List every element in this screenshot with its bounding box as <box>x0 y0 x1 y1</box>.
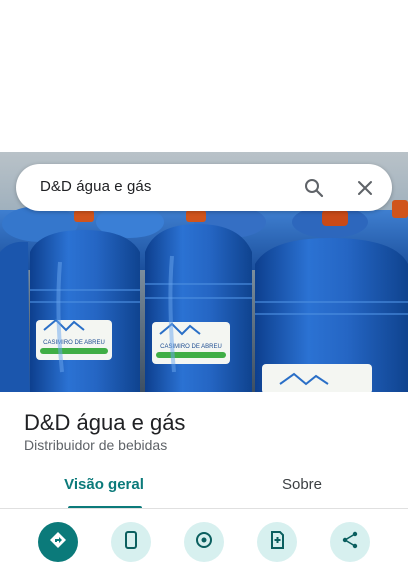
jug-label-text: CASIMIRO DE ABREU <box>160 344 222 350</box>
place-category: Distribuidor de bebidas <box>24 437 168 453</box>
call-button[interactable] <box>111 522 151 562</box>
place-tabs: Visão geral Sobre <box>0 470 408 510</box>
directions-icon <box>49 531 67 554</box>
phone-icon <box>123 530 139 554</box>
tabs-divider <box>0 508 408 509</box>
share-icon <box>341 531 359 554</box>
navigation-icon <box>195 531 213 554</box>
share-button[interactable] <box>330 522 370 562</box>
tab-about[interactable]: Sobre <box>200 470 404 508</box>
map-blank-area <box>0 0 408 152</box>
jug-label-text: CASIMIRO DE ABREU <box>43 340 105 346</box>
search-input[interactable]: D&D água e gás <box>40 178 151 195</box>
tab-overview[interactable]: Visão geral <box>2 470 206 508</box>
action-buttons <box>0 522 408 562</box>
save-icon <box>269 530 285 554</box>
place-title: D&D água e gás <box>24 410 186 435</box>
save-button[interactable] <box>257 522 297 562</box>
search-icon[interactable] <box>300 174 328 202</box>
search-bar[interactable]: D&D água e gás <box>16 164 392 211</box>
close-icon[interactable] <box>351 174 379 202</box>
directions-button[interactable] <box>38 522 78 562</box>
navigation-button[interactable] <box>184 522 224 562</box>
